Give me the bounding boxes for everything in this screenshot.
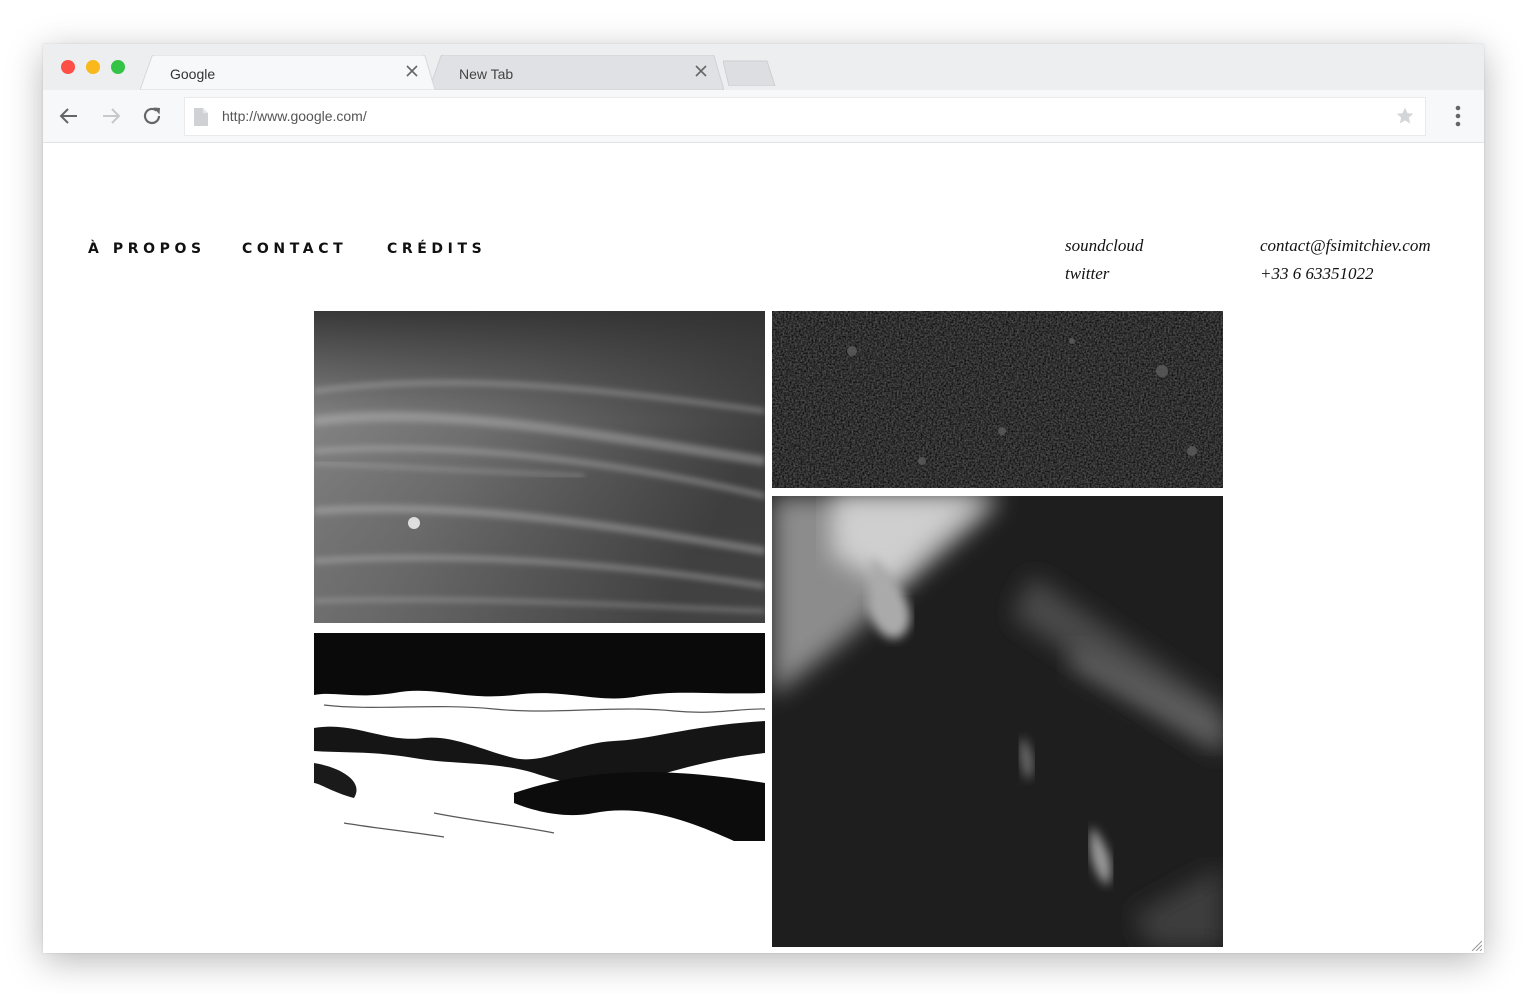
- tab-title: New Tab: [459, 66, 514, 82]
- tab-google[interactable]: Google: [140, 55, 435, 90]
- nav-contact-link[interactable]: CONTACT: [242, 241, 347, 257]
- twitter-link[interactable]: twitter: [1065, 264, 1109, 284]
- url-text[interactable]: http://www.google.com/: [222, 108, 367, 124]
- forward-arrow-icon[interactable]: [99, 104, 123, 128]
- soundcloud-link[interactable]: soundcloud: [1065, 236, 1143, 256]
- maximize-window-button[interactable]: [111, 60, 125, 74]
- toolbar: http://www.google.com/: [43, 90, 1484, 143]
- back-arrow-icon[interactable]: [57, 104, 81, 128]
- close-icon[interactable]: [405, 64, 419, 78]
- page-icon: [194, 108, 208, 126]
- minimize-window-button[interactable]: [86, 60, 100, 74]
- phone-number: +33 6 63351022: [1260, 264, 1374, 283]
- reload-icon[interactable]: [140, 104, 164, 128]
- shore-photo[interactable]: [314, 633, 765, 841]
- address-bar[interactable]: http://www.google.com/: [184, 97, 1426, 136]
- close-icon[interactable]: [694, 64, 708, 78]
- page-content: À PROPOS CONTACT CRÉDITS soundcloud twit…: [43, 143, 1484, 953]
- gravel-photo[interactable]: [772, 311, 1223, 488]
- blur-photo[interactable]: [772, 496, 1223, 947]
- tab-bar: Google New Tab: [43, 44, 1484, 90]
- star-icon[interactable]: [1395, 106, 1415, 126]
- browser-window: Google New Tab http://www.google.com/ À …: [43, 44, 1484, 953]
- nav-credits-link[interactable]: CRÉDITS: [387, 241, 486, 257]
- tab-title: Google: [170, 66, 216, 82]
- menu-icon[interactable]: [1454, 104, 1462, 128]
- sky-photo[interactable]: [314, 311, 765, 623]
- tab-new-tab[interactable]: New Tab: [429, 55, 724, 90]
- new-tab-button[interactable]: [723, 60, 777, 86]
- close-window-button[interactable]: [61, 60, 75, 74]
- email-link[interactable]: contact@fsimitchiev.com: [1260, 236, 1431, 256]
- nav-about-link[interactable]: À PROPOS: [88, 241, 206, 257]
- resize-handle-icon[interactable]: [1470, 939, 1482, 951]
